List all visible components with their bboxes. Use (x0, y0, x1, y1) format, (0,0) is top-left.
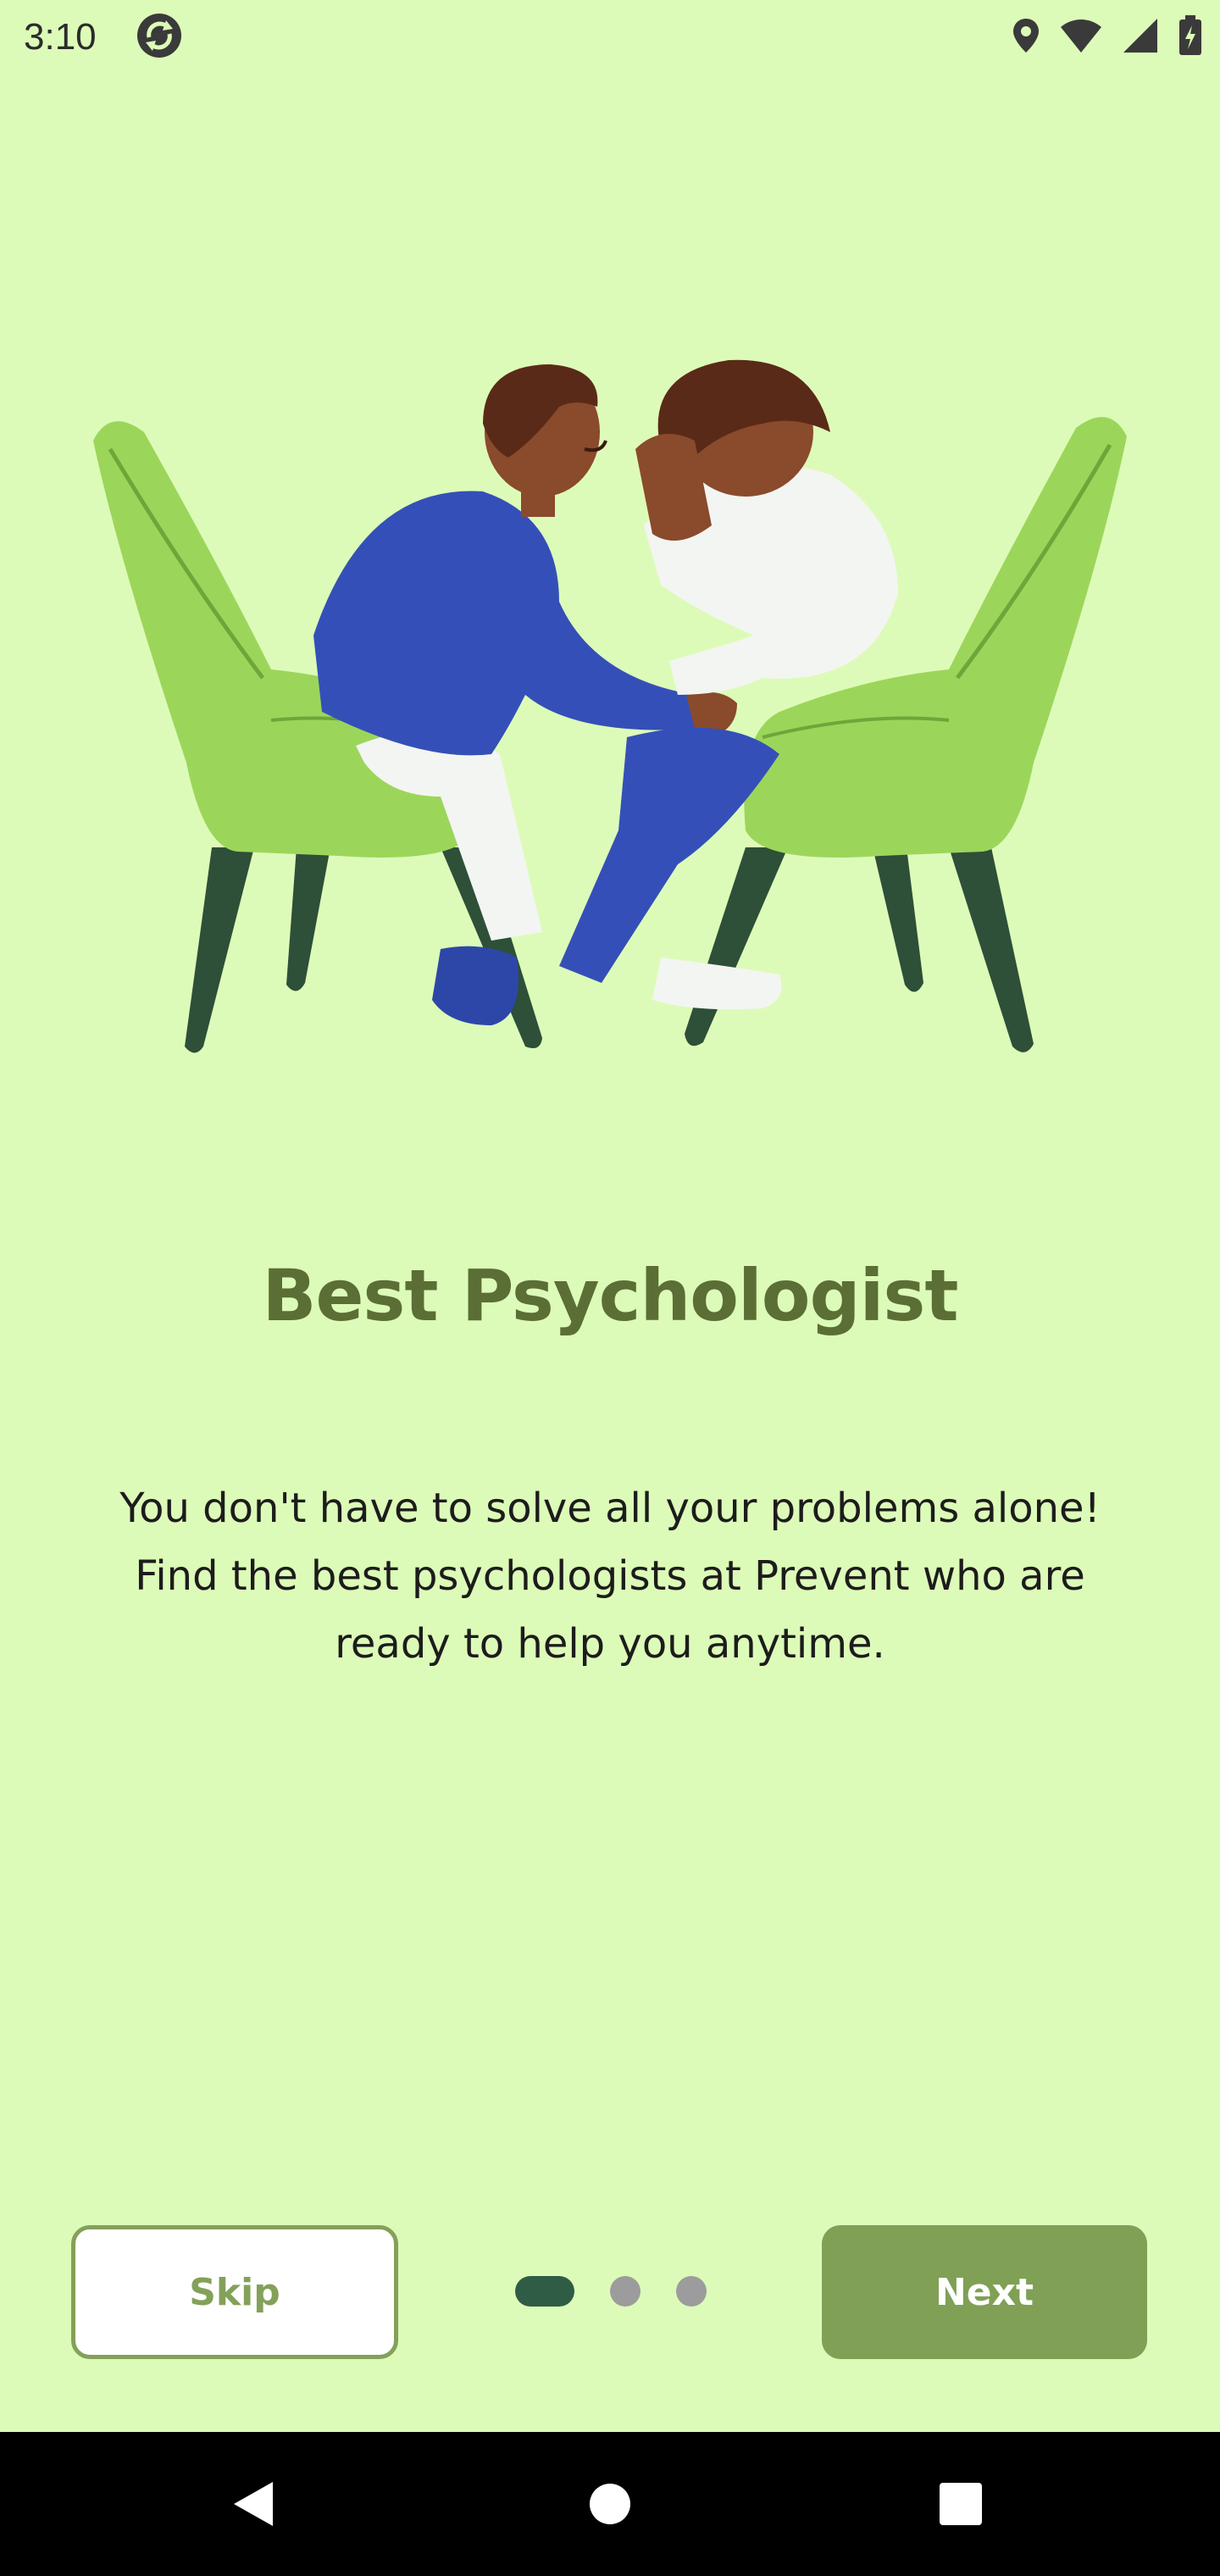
battery-charging-icon (1178, 15, 1203, 59)
status-icons (1012, 12, 1203, 63)
signal-icon (1122, 17, 1159, 58)
status-bar: 3:10 (0, 0, 1220, 75)
home-icon[interactable] (559, 2432, 661, 2576)
hero-illustration (85, 356, 1135, 1068)
page-dot (610, 2276, 640, 2307)
location-icon (1012, 17, 1040, 58)
status-time: 3:10 (24, 16, 97, 58)
next-button[interactable]: Next (822, 2225, 1147, 2359)
wifi-icon (1059, 17, 1103, 58)
page-dot-active (515, 2276, 574, 2307)
onboarding-title: Best Psychologist (262, 1254, 958, 1337)
page-dot (676, 2276, 707, 2307)
onboarding-description: You don't have to solve all your problem… (119, 1485, 1101, 1668)
page-indicator (515, 2276, 707, 2307)
skip-button[interactable]: Skip (71, 2225, 398, 2359)
recents-icon[interactable] (910, 2432, 1012, 2576)
system-nav-bar (0, 2432, 1220, 2576)
sync-icon (136, 12, 183, 59)
back-icon[interactable] (203, 2432, 305, 2576)
right-chair (685, 847, 1034, 1052)
